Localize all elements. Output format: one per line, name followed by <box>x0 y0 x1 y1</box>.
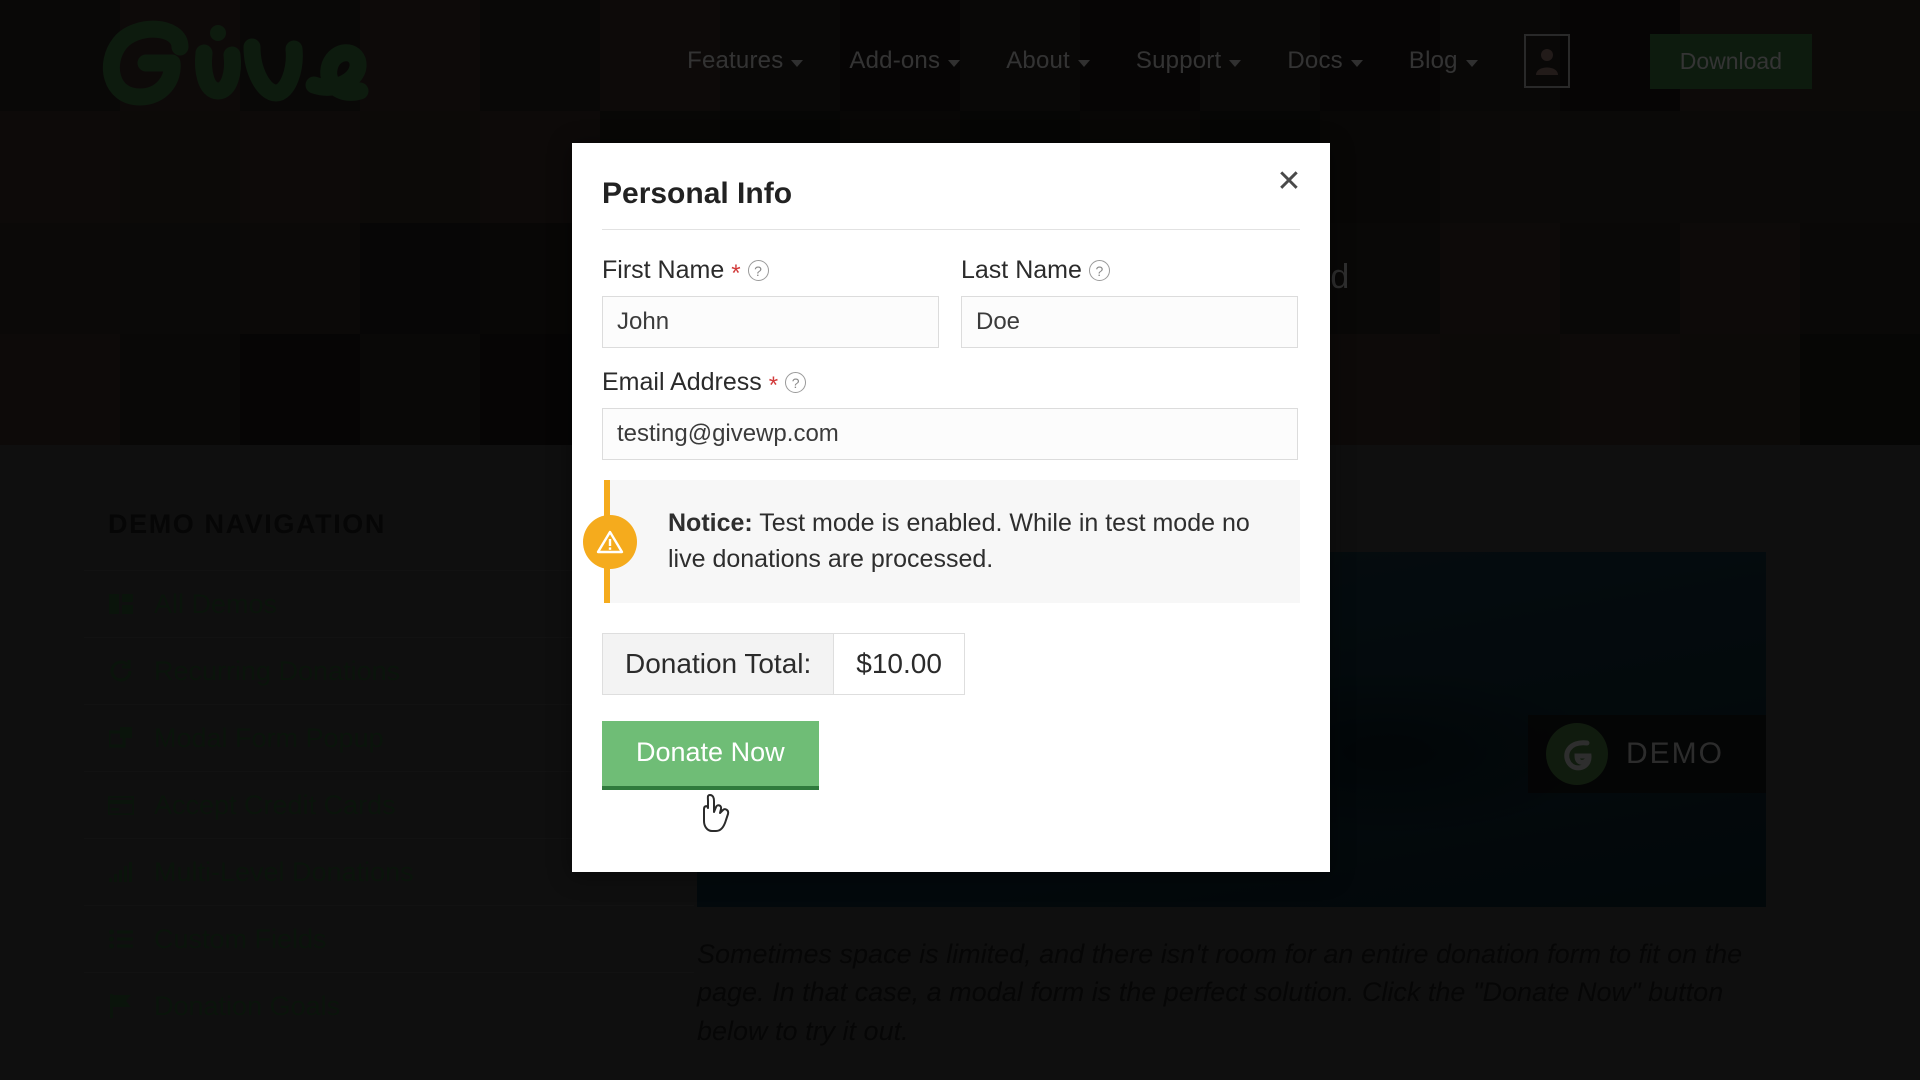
name-field-row: First Name * ? Last Name ? <box>602 256 1300 368</box>
question-mark-icon[interactable]: ? <box>785 372 807 393</box>
email-input[interactable] <box>602 408 1298 460</box>
warning-triangle-icon <box>583 514 637 569</box>
email-label: Email Address <box>602 368 762 396</box>
first-name-label: First Name <box>602 256 725 284</box>
notice-text: Notice: Test mode is enabled. While in t… <box>668 506 1276 577</box>
close-icon[interactable]: ✕ <box>1272 165 1306 199</box>
donation-modal: ✕ Personal Info First Name * ? Last Name… <box>572 143 1330 872</box>
modal-title: Personal Info <box>602 177 1300 230</box>
first-name-input[interactable] <box>602 296 939 348</box>
donation-total-value: $10.00 <box>834 634 964 694</box>
required-marker: * <box>731 259 741 287</box>
question-mark-icon[interactable]: ? <box>1088 260 1110 281</box>
email-label-row: Email Address * ? <box>602 368 1298 397</box>
donation-total: Donation Total: $10.00 <box>602 633 965 695</box>
donate-now-button[interactable]: Donate Now <box>602 721 819 790</box>
first-name-field: First Name * ? <box>602 256 939 348</box>
donation-total-label: Donation Total: <box>603 634 835 694</box>
first-name-label-row: First Name * ? <box>602 256 939 285</box>
question-mark-icon[interactable]: ? <box>747 260 769 281</box>
test-mode-notice: Notice: Test mode is enabled. While in t… <box>583 480 1300 603</box>
last-name-label-row: Last Name ? <box>961 256 1298 285</box>
notice-body: Test mode is enabled. While in test mode… <box>668 509 1250 573</box>
last-name-input[interactable] <box>961 296 1298 348</box>
email-field: Email Address * ? <box>602 368 1298 460</box>
last-name-label: Last Name <box>961 256 1082 284</box>
page-root: Features Add-ons About Support Docs Blog <box>0 0 1920 1080</box>
last-name-field: Last Name ? <box>961 256 1298 348</box>
required-marker: * <box>768 371 779 399</box>
notice-label: Notice: <box>668 509 753 537</box>
